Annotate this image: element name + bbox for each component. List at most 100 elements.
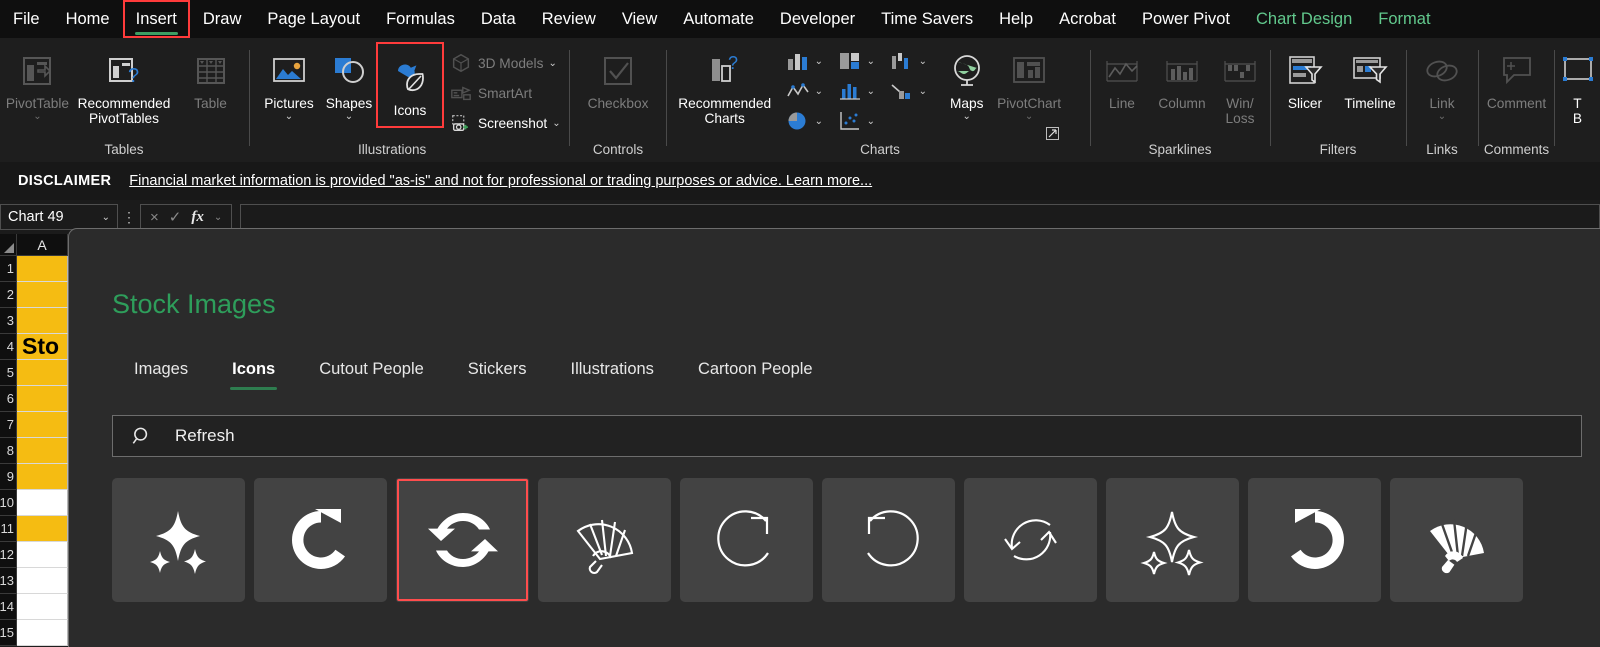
grid-cell[interactable] <box>17 542 68 568</box>
scatter-chart-button[interactable]: ⌄ <box>830 106 882 136</box>
row-header[interactable]: 15 <box>0 620 17 646</box>
row-header[interactable]: 9 <box>0 464 17 490</box>
grid-cell[interactable]: Sto <box>17 334 68 360</box>
row-header[interactable]: 8 <box>0 438 17 464</box>
grid-cell[interactable] <box>17 490 68 516</box>
chevron-down-icon[interactable]: ⌄ <box>285 112 293 122</box>
chevron-down-icon[interactable]: ⌄ <box>345 112 353 122</box>
maps-button[interactable]: Maps ⌄ <box>938 44 995 122</box>
chevron-down-icon[interactable]: ⌄ <box>867 86 875 97</box>
timeline-button[interactable]: Timeline <box>1337 44 1403 111</box>
disclaimer-message-link[interactable]: Financial market information is provided… <box>129 173 872 189</box>
icon-result-sparkles-outline[interactable] <box>1106 478 1239 602</box>
row-header[interactable]: 10 <box>0 490 17 516</box>
dialog-tab-cartoon-people[interactable]: Cartoon People <box>676 356 835 390</box>
insert-function-button[interactable]: fx <box>191 209 204 226</box>
icon-result-refresh-counterclockwise-outline[interactable] <box>822 478 955 602</box>
select-all-button[interactable] <box>0 234 17 256</box>
row-header[interactable]: 1 <box>0 256 17 282</box>
confirm-entry-button[interactable]: ✓ <box>169 208 182 226</box>
chevron-down-icon[interactable]: ⌄ <box>963 112 971 122</box>
chevron-down-icon[interactable]: ⌄ <box>815 56 823 67</box>
column-chart-button[interactable]: ⌄ <box>778 46 830 76</box>
pivot-table-button[interactable]: PivotTable ⌄ <box>0 44 75 122</box>
pictures-button[interactable]: Pictures ⌄ <box>258 44 320 122</box>
chevron-down-icon[interactable]: ⌄ <box>919 56 927 67</box>
cancel-entry-button[interactable]: × <box>150 209 159 226</box>
formula-input[interactable] <box>240 204 1600 230</box>
sparkline-win-loss-button[interactable]: Win/ Loss <box>1213 44 1267 127</box>
recommended-pivot-tables-button[interactable]: ? Recommended PivotTables <box>75 44 173 127</box>
dialog-tab-icons[interactable]: Icons <box>210 356 297 390</box>
chevron-down-icon[interactable]: ⌄ <box>33 112 41 122</box>
comment-button[interactable]: Comment <box>1481 44 1553 111</box>
text-box-button[interactable]: T B <box>1555 44 1600 127</box>
chevron-down-icon[interactable]: ⌄ <box>552 118 560 129</box>
row-header[interactable]: 14 <box>0 594 17 620</box>
icon-result-hand-fan-outline[interactable] <box>538 478 671 602</box>
ribbon-tab-power-pivot[interactable]: Power Pivot <box>1129 0 1243 38</box>
chevron-down-icon[interactable]: ⌄ <box>102 212 110 223</box>
row-header[interactable]: 12 <box>0 542 17 568</box>
screenshot-button[interactable]: Screenshot ⌄ <box>448 108 563 138</box>
row-header[interactable]: 13 <box>0 568 17 594</box>
sparkline-line-button[interactable]: Line <box>1093 44 1151 111</box>
ribbon-tab-format[interactable]: Format <box>1365 0 1443 38</box>
ribbon-tab-page-layout[interactable]: Page Layout <box>254 0 373 38</box>
ribbon-tab-view[interactable]: View <box>609 0 670 38</box>
checkbox-button[interactable]: Checkbox <box>576 44 660 111</box>
grid-cell[interactable] <box>17 256 68 282</box>
formula-bar-options-button[interactable]: ⋮ <box>118 209 140 226</box>
grid-cell[interactable] <box>17 620 68 646</box>
table-button[interactable]: Table <box>173 44 248 111</box>
ribbon-tab-draw[interactable]: Draw <box>190 0 255 38</box>
row-header[interactable]: 3 <box>0 308 17 334</box>
grid-cell[interactable] <box>17 464 68 490</box>
chevron-down-icon[interactable]: ⌄ <box>867 56 875 67</box>
chevron-down-icon[interactable]: ⌄ <box>867 116 875 127</box>
hierarchy-chart-button[interactable]: ⌄ <box>830 46 882 76</box>
ribbon-tab-review[interactable]: Review <box>529 0 609 38</box>
waterfall-chart-button[interactable]: ⌄ <box>882 46 934 76</box>
icons-button[interactable]: Icons <box>378 44 442 126</box>
grid-cell[interactable] <box>17 438 68 464</box>
chevron-down-icon[interactable]: ⌄ <box>815 86 823 97</box>
combo-chart-button[interactable]: ⌄ <box>882 76 934 106</box>
name-box[interactable]: Chart 49 ⌄ <box>0 204 118 230</box>
ribbon-tab-automate[interactable]: Automate <box>670 0 767 38</box>
icon-result-sync-two-arrows-solid[interactable] <box>396 478 529 602</box>
grid-cell[interactable] <box>17 308 68 334</box>
ribbon-tab-chart-design[interactable]: Chart Design <box>1243 0 1365 38</box>
icon-result-sync-two-arrows-outline[interactable] <box>964 478 1097 602</box>
grid-cell[interactable] <box>17 594 68 620</box>
row-header[interactable]: 4 <box>0 334 17 360</box>
chevron-down-icon[interactable]: ⌄ <box>548 58 556 69</box>
3d-models-button[interactable]: 3D Models ⌄ <box>448 48 563 78</box>
search-box[interactable]: Refresh <box>112 415 1582 457</box>
row-header[interactable]: 7 <box>0 412 17 438</box>
icon-result-refresh-clockwise-outline[interactable] <box>680 478 813 602</box>
ribbon-tab-time-savers[interactable]: Time Savers <box>868 0 986 38</box>
dialog-tab-illustrations[interactable]: Illustrations <box>548 356 675 390</box>
ribbon-tab-file[interactable]: File <box>0 0 53 38</box>
grid-cell[interactable] <box>17 386 68 412</box>
row-header[interactable]: 11 <box>0 516 17 542</box>
row-header[interactable]: 5 <box>0 360 17 386</box>
sparkline-column-button[interactable]: Column <box>1151 44 1213 111</box>
column-header-a[interactable]: A <box>17 234 68 256</box>
line-chart-button[interactable]: ⌄ <box>778 76 830 106</box>
row-header[interactable]: 2 <box>0 282 17 308</box>
chevron-down-icon[interactable]: ⌄ <box>1025 112 1033 122</box>
grid-cell[interactable] <box>17 412 68 438</box>
shapes-button[interactable]: Shapes ⌄ <box>320 44 378 122</box>
pie-chart-button[interactable]: ⌄ <box>778 106 830 136</box>
charts-dialog-launcher[interactable] <box>1046 127 1059 140</box>
bar-chart-button[interactable]: ⌄ <box>830 76 882 106</box>
icon-result-refresh-clockwise-solid[interactable] <box>254 478 387 602</box>
link-button[interactable]: Link ⌄ <box>1412 44 1472 122</box>
grid-cell[interactable] <box>17 568 68 594</box>
dialog-tab-cutout-people[interactable]: Cutout People <box>297 356 446 390</box>
ribbon-tab-help[interactable]: Help <box>986 0 1046 38</box>
ribbon-tab-acrobat[interactable]: Acrobat <box>1046 0 1129 38</box>
ribbon-tab-home[interactable]: Home <box>53 0 123 38</box>
